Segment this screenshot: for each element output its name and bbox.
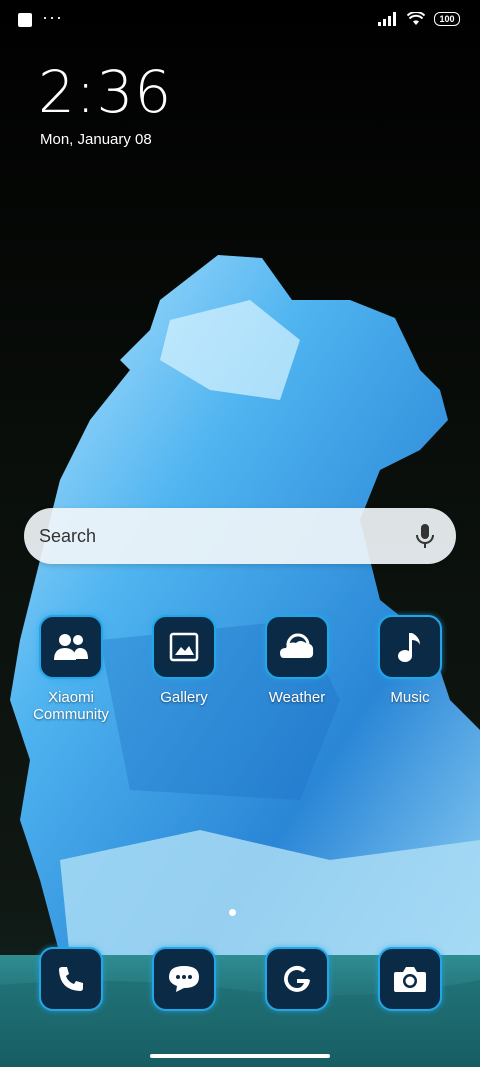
square-icon bbox=[18, 13, 32, 27]
app-label: Xiaomi Community bbox=[33, 689, 109, 723]
clock-time[interactable]: 2:36 bbox=[38, 58, 172, 126]
search-bar[interactable]: Search bbox=[24, 508, 456, 564]
dock-phone[interactable] bbox=[26, 947, 116, 1011]
app-music[interactable]: Music bbox=[365, 615, 455, 706]
app-gallery[interactable]: Gallery bbox=[139, 615, 229, 706]
music-icon[interactable] bbox=[378, 615, 442, 679]
dock-messages[interactable] bbox=[139, 947, 229, 1011]
more-dots-icon: ··· bbox=[42, 7, 63, 27]
gallery-icon[interactable] bbox=[152, 615, 216, 679]
app-label: Gallery bbox=[160, 689, 208, 706]
google-icon[interactable] bbox=[265, 947, 329, 1011]
phone-icon[interactable] bbox=[39, 947, 103, 1011]
weather-icon[interactable] bbox=[265, 615, 329, 679]
clock-date[interactable]: Mon, January 08 bbox=[40, 131, 152, 148]
messages-icon[interactable] bbox=[152, 947, 216, 1011]
status-bar: ··· 100 bbox=[0, 0, 480, 42]
app-label: Weather bbox=[268, 689, 326, 706]
notification-area: ··· bbox=[18, 7, 63, 27]
camera-icon[interactable] bbox=[378, 947, 442, 1011]
mic-icon[interactable] bbox=[410, 521, 440, 551]
app-label: Music bbox=[390, 689, 430, 706]
dock-camera[interactable] bbox=[365, 947, 455, 1011]
signal-bars-icon bbox=[378, 12, 396, 26]
community-icon[interactable] bbox=[39, 615, 103, 679]
home-indicator[interactable] bbox=[150, 1054, 330, 1058]
page-indicator bbox=[229, 909, 236, 916]
wifi-icon bbox=[407, 12, 425, 25]
dock-google[interactable] bbox=[252, 947, 342, 1011]
app-xiaomi-community[interactable]: Xiaomi Community bbox=[26, 615, 116, 723]
app-weather[interactable]: Weather bbox=[252, 615, 342, 706]
status-icons: 100 bbox=[378, 12, 460, 26]
search-placeholder[interactable]: Search bbox=[39, 526, 410, 547]
battery-indicator: 100 bbox=[434, 12, 460, 26]
